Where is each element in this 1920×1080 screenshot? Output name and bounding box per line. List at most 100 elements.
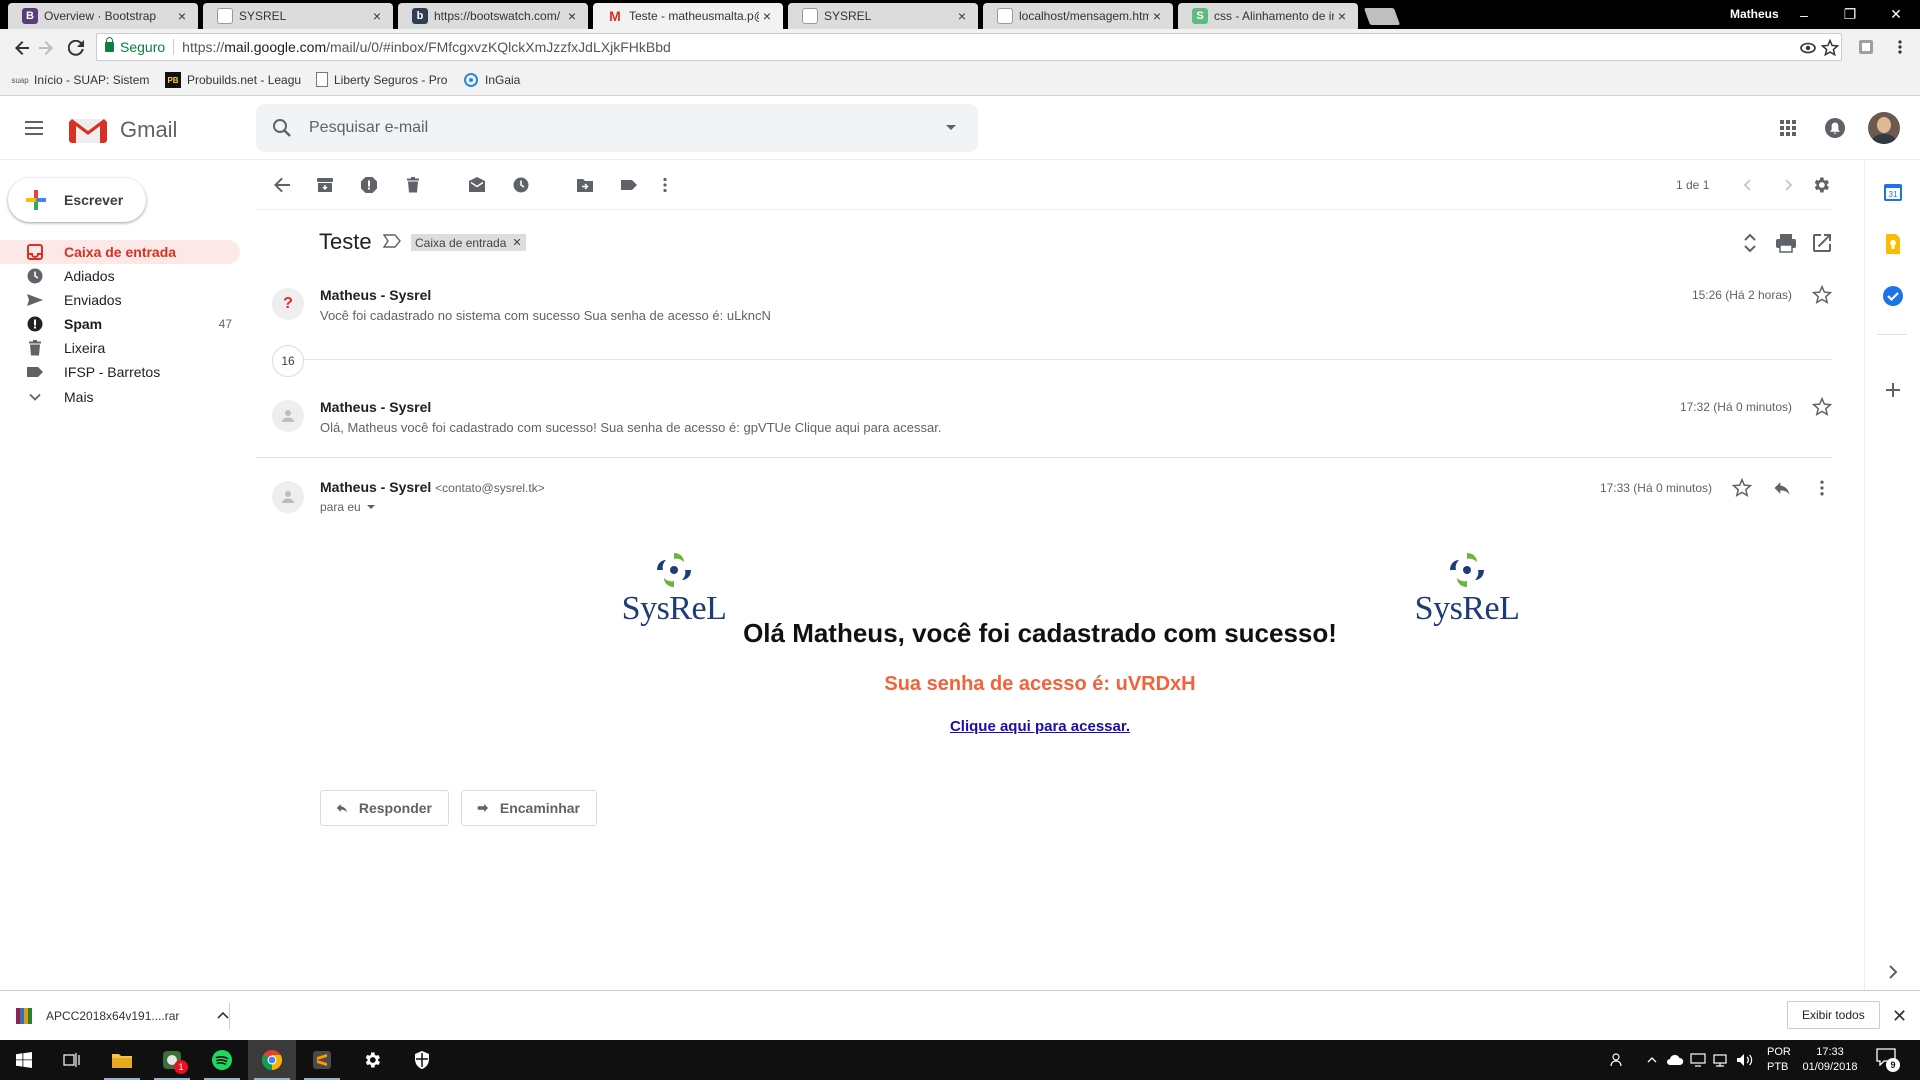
chevron-right-icon[interactable]	[1881, 960, 1905, 984]
mark-unread-button[interactable]	[465, 173, 489, 197]
message-sender[interactable]: Matheus - Sysrel	[320, 287, 431, 303]
importance-marker-icon[interactable]	[383, 234, 401, 248]
labels-button[interactable]	[617, 173, 641, 197]
recipients-dropdown[interactable]: para eu	[320, 500, 375, 514]
reload-icon[interactable]	[64, 36, 88, 60]
input-language-indicator[interactable]: POR PTB	[1767, 1045, 1791, 1075]
sidebar-item-snoozed[interactable]: Adiados	[0, 264, 240, 288]
close-tab-icon[interactable]: ×	[369, 8, 385, 24]
action-center-button[interactable]: 9	[1876, 1048, 1900, 1072]
app-taskbar-button[interactable]: 1	[148, 1040, 196, 1080]
search-options-dropdown-icon[interactable]	[946, 125, 956, 130]
back-arrow-icon[interactable]	[10, 36, 34, 60]
message-snippet[interactable]: Olá, Matheus você foi cadastrado com suc…	[320, 420, 941, 435]
move-to-button[interactable]	[573, 173, 597, 197]
sidebar-item-ifsp-barretos[interactable]: IFSP - Barretos	[0, 360, 240, 384]
email-access-link[interactable]: Clique aqui para acessar.	[640, 718, 1440, 735]
extension-icon[interactable]	[1858, 39, 1874, 55]
onedrive-cloud-icon[interactable]	[1666, 1053, 1684, 1067]
apps-grid-icon[interactable]	[1776, 116, 1800, 140]
star-icon[interactable]	[1812, 285, 1832, 305]
bookmark-probuilds[interactable]: PB Probuilds.net - Leagu	[165, 72, 301, 88]
print-icon[interactable]	[1774, 231, 1798, 255]
bookmark-star-icon[interactable]	[1821, 39, 1839, 57]
browser-tab[interactable]: SYSREL ×	[788, 3, 978, 29]
tracking-eye-icon[interactable]	[1799, 39, 1817, 57]
back-to-inbox-button[interactable]	[270, 173, 294, 197]
main-menu-icon[interactable]	[22, 117, 46, 141]
collapsed-messages-count[interactable]: 16	[272, 345, 304, 377]
delete-button[interactable]	[401, 173, 425, 197]
expand-all-icon[interactable]	[1738, 231, 1762, 255]
sidebar-item-spam[interactable]: Spam 47	[0, 312, 240, 336]
close-download-bar-icon[interactable]: ✕	[1892, 1006, 1907, 1027]
compose-button[interactable]: Escrever	[8, 178, 146, 222]
search-input[interactable]: Pesquisar e-mail	[309, 119, 428, 137]
address-bar[interactable]: Seguro https://mail.google.com/mail/u/0/…	[96, 33, 1842, 61]
remove-label-icon[interactable]: ✕	[512, 236, 521, 249]
open-new-window-icon[interactable]	[1810, 231, 1834, 255]
more-vert-icon[interactable]	[1812, 478, 1832, 498]
browser-tab-active[interactable]: M Teste - matheusmalta.p@ ×	[593, 3, 783, 29]
notifications-icon[interactable]	[1823, 116, 1847, 140]
sublime-taskbar-button[interactable]	[298, 1040, 346, 1080]
label-chip[interactable]: Caixa de entrada ✕	[411, 234, 526, 251]
reply-button[interactable]: Responder	[320, 790, 449, 826]
browser-tab[interactable]: b https://bootswatch.com/ ×	[398, 3, 588, 29]
sidebar-item-sent[interactable]: Enviados	[0, 288, 240, 312]
security-taskbar-button[interactable]	[398, 1040, 446, 1080]
sidebar-item-trash[interactable]: Lixeira	[0, 336, 240, 360]
bookmark-suap[interactable]: suap Início - SUAP: Sistem	[11, 72, 149, 88]
keep-icon[interactable]	[1881, 232, 1905, 256]
settings-button[interactable]	[1809, 173, 1833, 197]
close-window-icon[interactable]: ✕	[1874, 0, 1918, 29]
chrome-taskbar-button[interactable]	[248, 1040, 296, 1080]
bookmark-liberty[interactable]: Liberty Seguros - Pro	[316, 72, 447, 87]
more-actions-button[interactable]	[653, 173, 677, 197]
reply-icon[interactable]	[1772, 478, 1792, 498]
message-sender[interactable]: Matheus - Sysrel <contato@sysrel.tk>	[320, 479, 545, 495]
star-icon[interactable]	[1732, 478, 1752, 498]
browser-tab[interactable]: S css - Alinhamento de ima ×	[1178, 3, 1358, 29]
calendar-icon[interactable]: 31	[1881, 180, 1905, 204]
show-all-downloads-button[interactable]: Exibir todos	[1787, 1001, 1880, 1029]
browser-tab[interactable]: SYSREL ×	[203, 3, 393, 29]
settings-taskbar-button[interactable]	[348, 1040, 396, 1080]
task-view-button[interactable]	[48, 1040, 96, 1080]
display-icon[interactable]	[1690, 1053, 1706, 1067]
people-icon[interactable]	[1610, 1052, 1626, 1068]
star-icon[interactable]	[1812, 397, 1832, 417]
message-sender[interactable]: Matheus - Sysrel	[320, 399, 431, 415]
network-icon[interactable]	[1712, 1053, 1730, 1067]
forward-button[interactable]: Encaminhar	[461, 790, 597, 826]
minimize-window-icon[interactable]: –	[1782, 0, 1826, 29]
browser-tab[interactable]: B Overview · Bootstrap ×	[8, 3, 198, 29]
chevron-up-icon[interactable]	[216, 1009, 230, 1023]
url-text[interactable]: https://mail.google.com/mail/u/0/#inbox/…	[182, 39, 671, 55]
gmail-logo-icon[interactable]	[69, 115, 107, 143]
system-clock[interactable]: 17:33 01/09/2018	[1800, 1045, 1860, 1075]
new-tab-button[interactable]	[1363, 8, 1401, 25]
browser-menu-icon[interactable]	[1892, 39, 1908, 55]
close-tab-icon[interactable]: ×	[1334, 8, 1350, 24]
security-indicator[interactable]: Seguro	[105, 37, 165, 55]
search-box[interactable]: Pesquisar e-mail	[256, 104, 978, 152]
chevron-up-icon[interactable]	[1646, 1054, 1658, 1066]
download-item[interactable]: APCC2018x64v191....rar	[16, 1003, 230, 1029]
volume-icon[interactable]	[1736, 1053, 1754, 1067]
browser-tab[interactable]: localhost/mensagem.htm ×	[983, 3, 1173, 29]
snooze-button[interactable]	[509, 173, 533, 197]
sidebar-item-more[interactable]: Mais	[0, 385, 240, 409]
file-explorer-taskbar-button[interactable]	[98, 1040, 146, 1080]
account-avatar[interactable]	[1868, 112, 1900, 144]
report-spam-button[interactable]	[357, 173, 381, 197]
spotify-taskbar-button[interactable]	[198, 1040, 246, 1080]
message-snippet[interactable]: Você foi cadastrado no sistema com suces…	[320, 308, 771, 323]
sidebar-item-inbox[interactable]: Caixa de entrada	[0, 240, 240, 264]
close-tab-icon[interactable]: ×	[174, 8, 190, 24]
tasks-icon[interactable]	[1881, 284, 1905, 308]
forward-arrow-icon[interactable]	[34, 36, 58, 60]
add-addon-icon[interactable]	[1881, 378, 1905, 402]
close-tab-icon[interactable]: ×	[1149, 8, 1165, 24]
close-tab-icon[interactable]: ×	[954, 8, 970, 24]
